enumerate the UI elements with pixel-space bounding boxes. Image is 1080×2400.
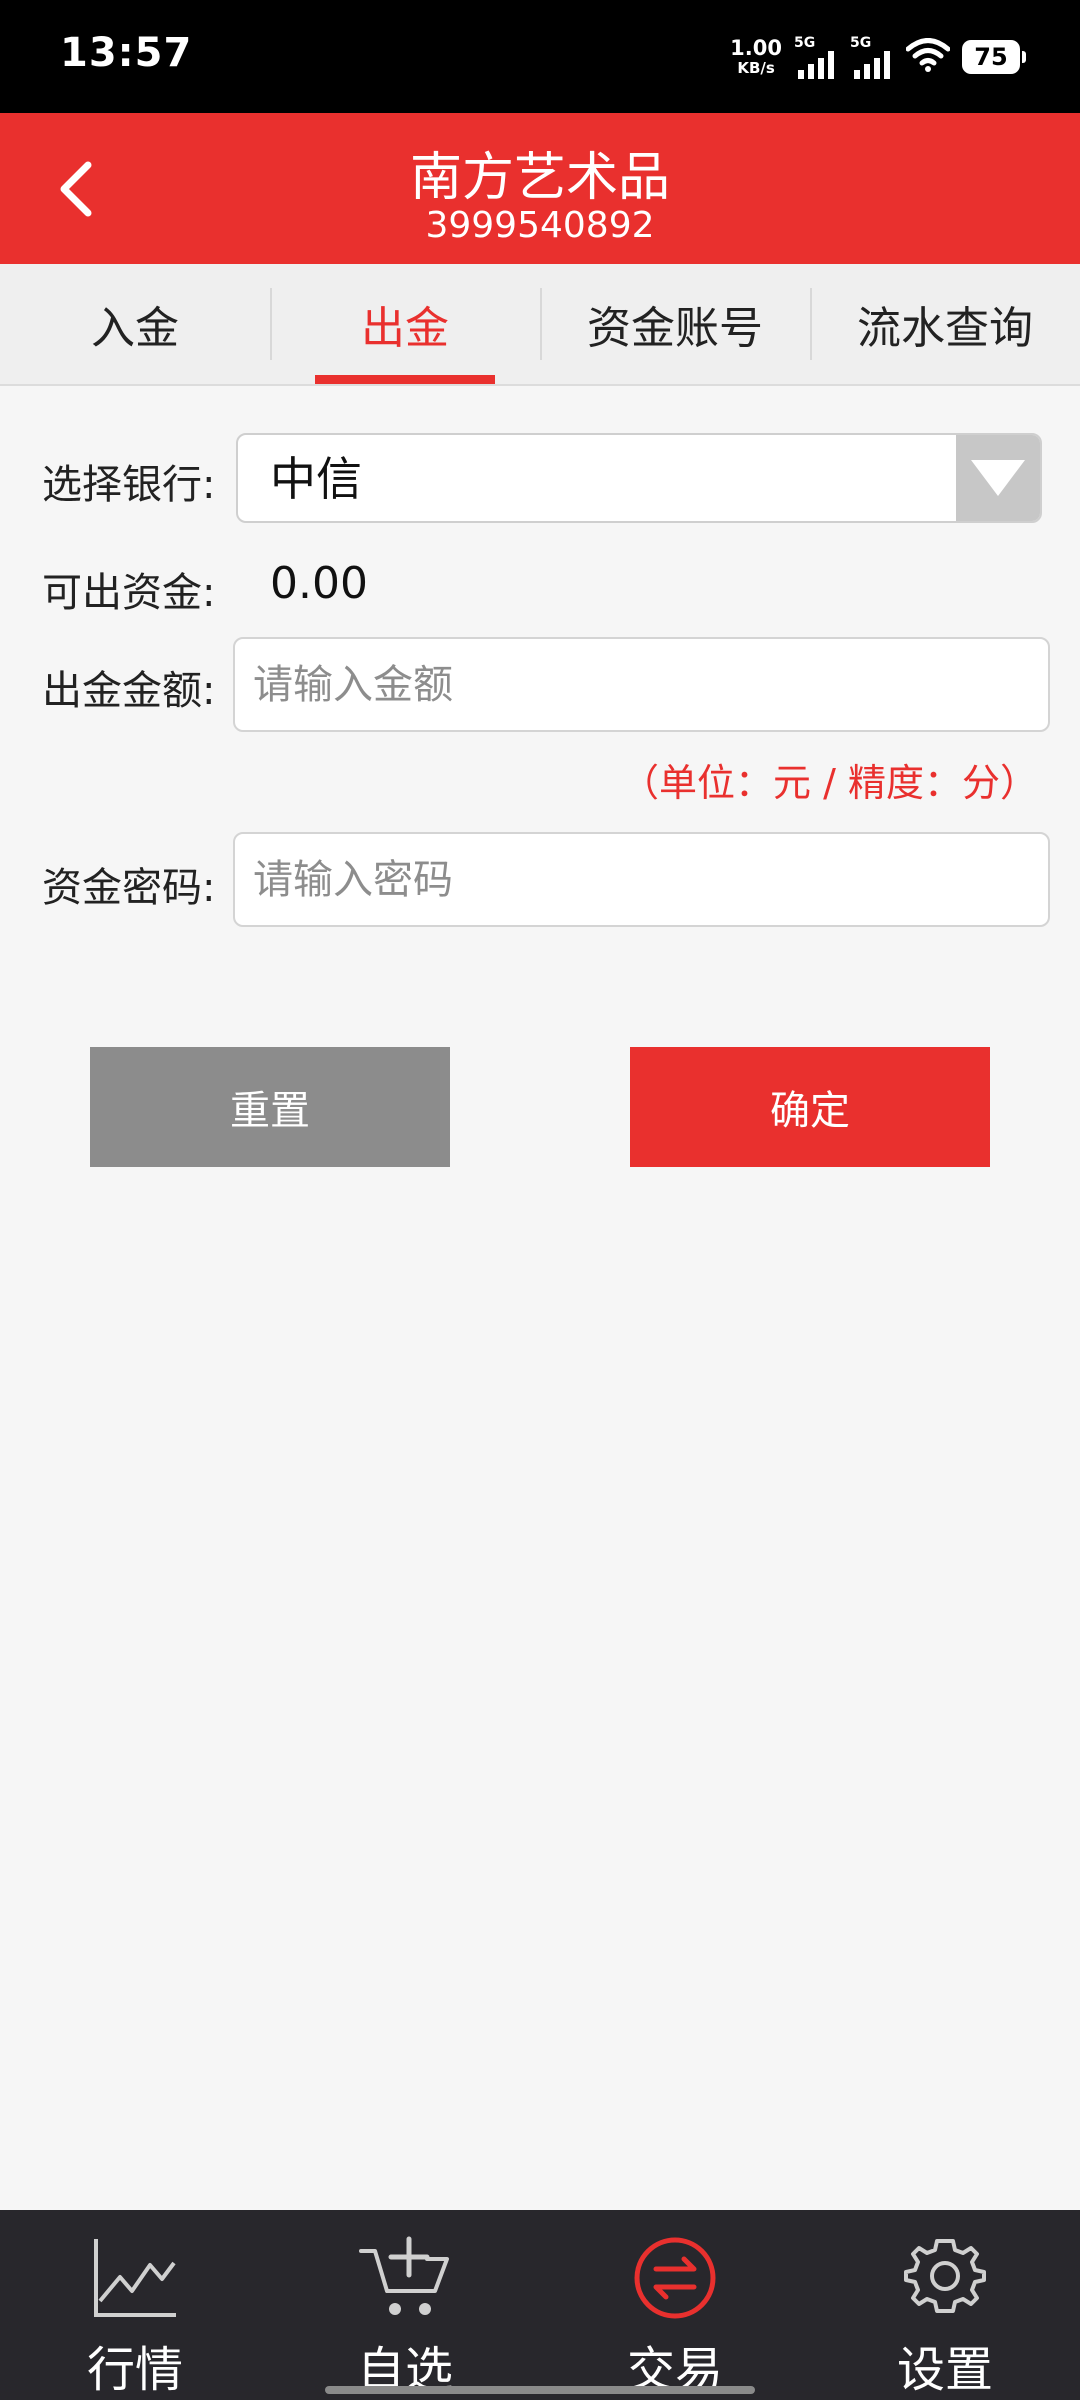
tab-deposit[interactable]: 入金 — [0, 264, 270, 384]
reset-button[interactable]: 重置 — [90, 1047, 450, 1167]
network-speed: 1.00 KB/s — [730, 38, 782, 76]
network-speed-unit: KB/s — [737, 59, 775, 77]
nav-label: 行情 — [86, 2342, 183, 2398]
tab-transaction-history[interactable]: 流水查询 — [810, 264, 1080, 384]
nav-label: 设置 — [896, 2342, 993, 2398]
signal-icon: 5G — [850, 35, 894, 79]
page-title: 南方艺术品 — [409, 148, 670, 208]
battery-icon: 75 — [962, 40, 1026, 74]
bank-label: 选择银行: — [42, 462, 216, 508]
bank-selected-value: 中信 — [270, 452, 362, 506]
status-icons: 1.00 KB/s 5G 5G 75 — [730, 32, 1026, 82]
chart-icon — [94, 2239, 176, 2317]
status-time: 13:57 — [60, 30, 193, 76]
fund-password-label: 资金密码: — [42, 865, 216, 911]
home-indicator[interactable] — [325, 2386, 755, 2394]
bottom-nav: 行情 自选 交易 设置 — [0, 2210, 1080, 2400]
triangle-down-icon — [971, 460, 1025, 496]
withdraw-amount-input[interactable] — [233, 637, 1050, 732]
dropdown-button[interactable] — [956, 435, 1040, 521]
tab-withdraw[interactable]: 出金 — [270, 264, 540, 384]
fund-password-input[interactable] — [233, 832, 1050, 927]
unit-note: （单位：元 / 精度：分） — [621, 761, 1038, 805]
account-number: 3999540892 — [425, 205, 655, 246]
signal-icon: 5G — [794, 35, 838, 79]
nav-item-market[interactable]: 行情 — [0, 2210, 270, 2400]
network-speed-value: 1.00 — [730, 36, 782, 60]
header-bar: 南方艺术品 3999540892 — [0, 113, 1080, 264]
confirm-button[interactable]: 确定 — [630, 1047, 990, 1167]
signal-label: 5G — [850, 35, 872, 51]
nav-item-trade[interactable]: 交易 — [540, 2210, 810, 2400]
exchange-icon — [634, 2237, 716, 2319]
available-funds-label: 可出资金: — [42, 570, 216, 616]
cart-add-icon — [359, 2236, 449, 2315]
withdraw-amount-label: 出金金额: — [42, 668, 216, 714]
wifi-icon — [905, 38, 951, 76]
signal-label: 5G — [794, 35, 816, 51]
tab-bar: 入金 出金 资金账号 流水查询 — [0, 264, 1080, 386]
tab-fund-account[interactable]: 资金账号 — [540, 264, 810, 384]
status-bar: 13:57 1.00 KB/s 5G 5G 75 — [0, 0, 1080, 113]
gear-icon — [904, 2239, 986, 2313]
nav-item-settings[interactable]: 设置 — [810, 2210, 1080, 2400]
bank-select[interactable]: 中信 — [236, 433, 1042, 523]
available-funds-value: 0.00 — [270, 558, 368, 609]
nav-item-watchlist[interactable]: 自选 — [270, 2210, 540, 2400]
